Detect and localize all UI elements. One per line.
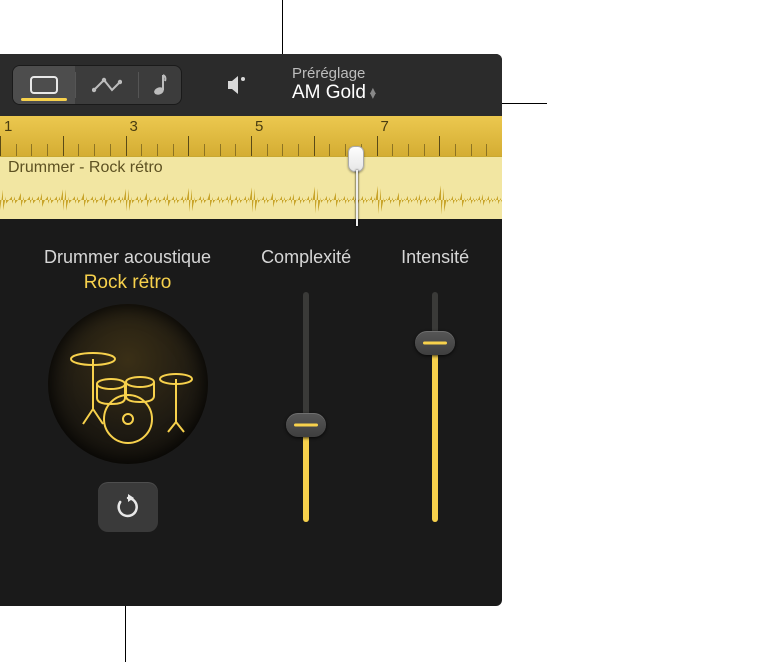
- intensity-column: Intensité: [401, 247, 469, 532]
- drummer-kit-button[interactable]: [48, 304, 208, 464]
- complexity-slider[interactable]: [286, 292, 326, 522]
- chevron-updown-icon: ▴▾: [370, 88, 376, 98]
- ruler-number: 5: [255, 118, 263, 135]
- drummer-type-label: Drummer acoustique: [44, 247, 211, 268]
- intensity-slider[interactable]: [415, 292, 455, 522]
- drummer-column: Drummer acoustique Rock rétro: [44, 247, 211, 532]
- ruler[interactable]: 1 3 5 7: [0, 116, 502, 156]
- drummer-editor: Drummer acoustique Rock rétro: [0, 219, 502, 572]
- intensity-label: Intensité: [401, 247, 469, 268]
- app-window: Préréglage AM Gold ▴▾ 1 3 5 7 Drummer - Roc…: [0, 54, 502, 606]
- view-region-button[interactable]: [13, 66, 75, 104]
- speaker-icon: [225, 74, 249, 96]
- view-automation-button[interactable]: [76, 66, 138, 104]
- ruler-number: 3: [130, 118, 138, 135]
- ruler-number: 1: [4, 118, 12, 135]
- preset-value-text: AM Gold: [292, 83, 366, 104]
- refresh-icon: [115, 494, 141, 520]
- region-label: Drummer - Rock rétro: [8, 159, 163, 177]
- top-toolbar: Préréglage AM Gold ▴▾: [0, 54, 502, 116]
- preset-selector: Préréglage AM Gold ▴▾: [292, 66, 376, 103]
- drummer-region[interactable]: Drummer - Rock rétro: [0, 156, 502, 219]
- regenerate-button[interactable]: [98, 482, 158, 532]
- view-mode-group: [12, 65, 182, 105]
- timeline: 1 3 5 7 Drummer - Rock rétro: [0, 116, 502, 219]
- complexity-label: Complexité: [261, 247, 351, 268]
- ruler-number: 7: [381, 118, 389, 135]
- preview-sound-button[interactable]: [212, 65, 262, 105]
- drum-kit-icon: [48, 304, 208, 464]
- drummer-style-label: Rock rétro: [84, 272, 172, 294]
- waveform-icon: [0, 185, 502, 215]
- preset-label: Préréglage: [292, 66, 376, 83]
- automation-icon: [92, 76, 122, 94]
- preset-dropdown[interactable]: AM Gold ▴▾: [292, 83, 376, 104]
- view-notes-button[interactable]: [139, 66, 181, 104]
- note-icon: [153, 73, 167, 97]
- complexity-column: Complexité: [261, 247, 351, 532]
- rectangle-icon: [30, 76, 58, 94]
